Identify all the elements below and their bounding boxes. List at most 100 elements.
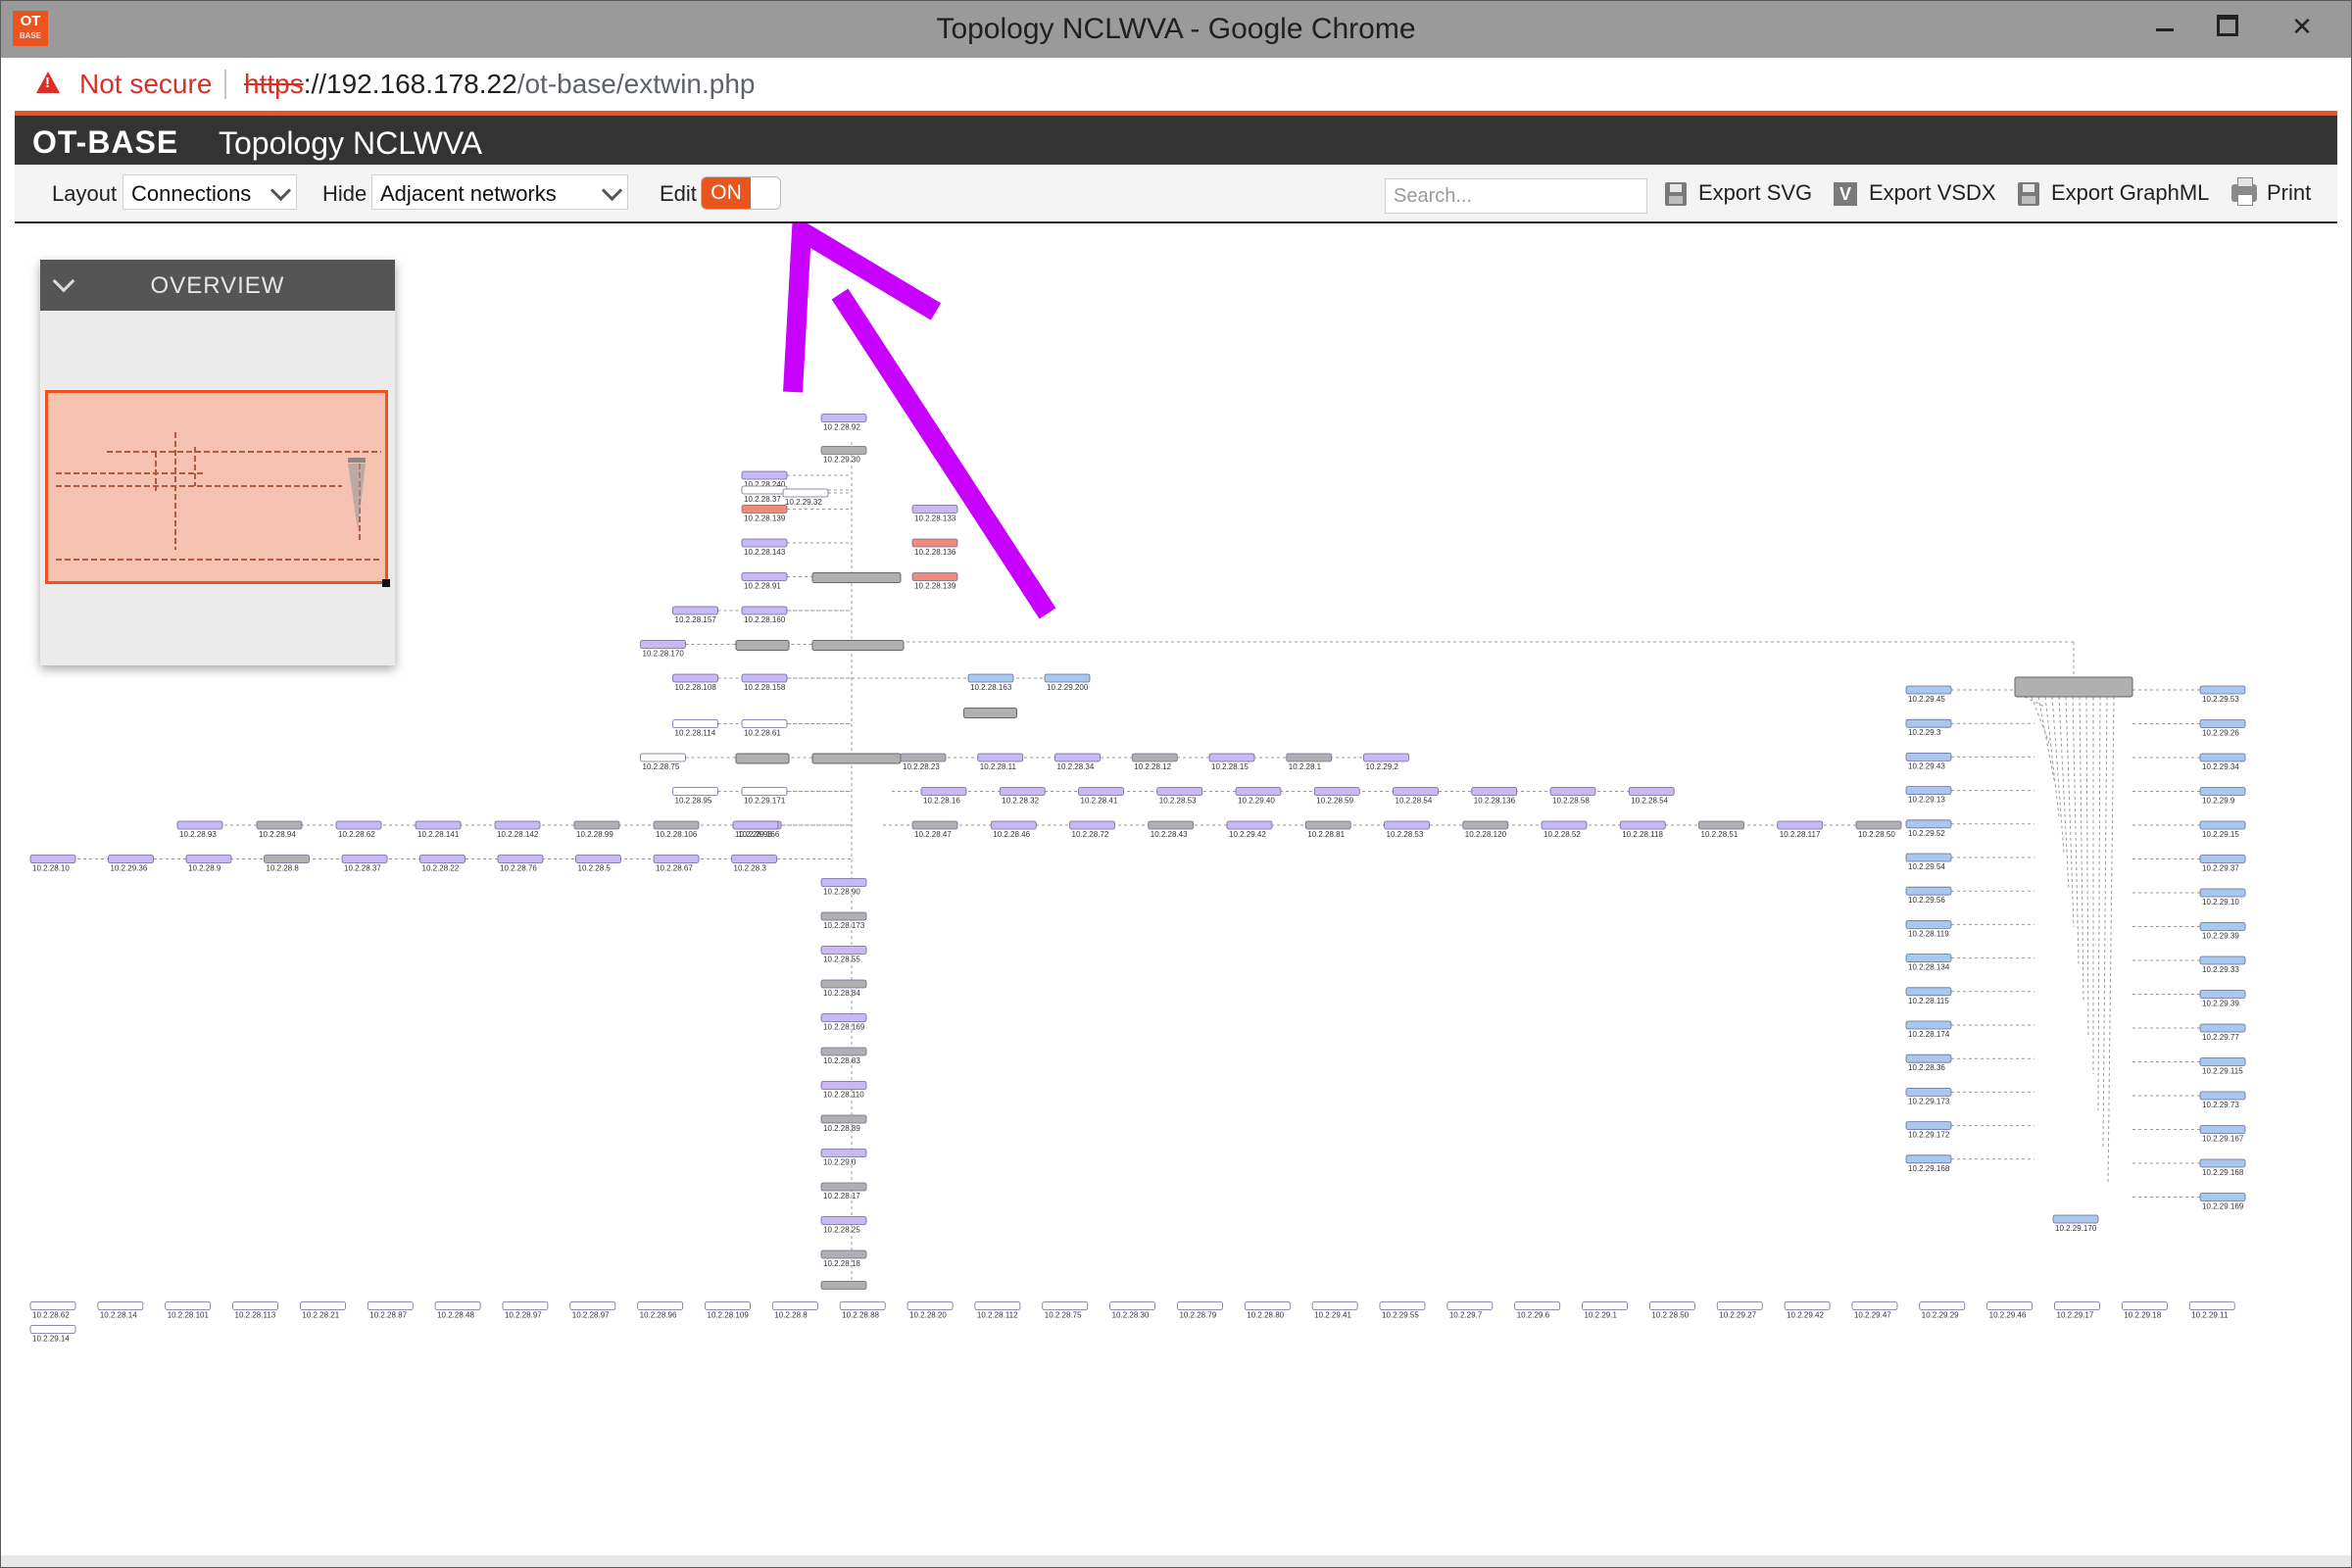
device-node[interactable] [1619,820,1666,830]
hide-select[interactable]: Adjacent networks [371,174,628,210]
device-node[interactable] [731,855,777,863]
device-node[interactable] [1462,820,1509,830]
device-node[interactable] [2121,1301,2168,1310]
device-node[interactable] [705,1301,751,1310]
device-node[interactable] [911,820,958,830]
device-node[interactable] [900,753,947,762]
device-node[interactable] [1148,820,1195,830]
device-node[interactable] [977,753,1024,762]
device-node[interactable] [1698,820,1744,830]
layout-select[interactable]: Connections [122,174,297,210]
device-node[interactable] [341,855,388,863]
switch-node[interactable] [811,572,902,583]
device-node[interactable] [2199,719,2246,728]
device-node[interactable] [974,1301,1021,1310]
switch-node[interactable] [811,640,905,651]
device-node[interactable] [185,855,232,863]
device-node[interactable] [820,878,867,887]
device-node[interactable] [415,820,462,830]
save-icon[interactable] [2018,182,2039,206]
device-node[interactable] [820,1149,867,1157]
device-node[interactable] [1905,753,1952,761]
device-node[interactable] [820,1047,867,1056]
device-node[interactable] [920,787,967,796]
device-node[interactable] [741,538,788,548]
device-node[interactable] [1649,1301,1695,1310]
topology-canvas[interactable]: 10.2.28.92 10.2.29.30 10.2.28.240 10.2.28.3… [15,223,2337,1554]
device-node[interactable] [1716,1301,1763,1310]
device-node[interactable] [2199,685,2246,695]
device-node[interactable] [771,1301,818,1310]
device-node[interactable] [911,505,958,514]
device-node[interactable] [911,538,958,548]
device-node[interactable] [502,1301,549,1310]
device-node[interactable] [820,911,867,921]
device-node[interactable] [2199,1057,2246,1066]
export-graphml-button[interactable]: Export GraphML [2051,180,2209,206]
device-node[interactable] [1226,820,1273,830]
device-node[interactable] [1379,1301,1426,1310]
save-icon[interactable] [1665,182,1687,206]
search-input[interactable] [1385,178,1647,214]
device-node[interactable] [820,1281,867,1290]
switch-node[interactable] [735,640,790,651]
device-node[interactable] [1582,1301,1628,1310]
device-node[interactable] [2199,753,2246,762]
device-node[interactable] [1905,987,1952,997]
device-node[interactable] [820,1216,867,1225]
device-node[interactable] [2199,956,2246,965]
export-svg-button[interactable]: Export SVG [1698,180,1812,206]
device-node[interactable] [820,1182,867,1192]
overview-viewport[interactable] [45,390,388,584]
device-node[interactable] [1905,954,1952,962]
device-node[interactable] [573,820,620,830]
device-node[interactable] [1905,1121,1952,1130]
device-node[interactable] [434,1301,481,1310]
device-node[interactable] [653,855,700,863]
switch-node[interactable] [811,753,902,764]
device-node[interactable] [637,1301,684,1310]
maximize-icon[interactable] [2206,7,2245,46]
device-node[interactable] [1549,787,1596,796]
device-node[interactable] [1044,673,1091,683]
switch-node[interactable] [735,753,790,764]
device-node[interactable] [820,1013,867,1022]
device-node[interactable] [2199,820,2246,830]
device-node[interactable] [232,1301,278,1310]
device-node[interactable] [575,855,621,863]
device-node[interactable] [1919,1301,1966,1310]
device-node[interactable] [906,1301,954,1310]
device-node[interactable] [911,572,958,581]
device-node[interactable] [1855,820,1902,830]
device-node[interactable] [1313,787,1360,796]
device-node[interactable] [264,855,310,863]
device-node[interactable] [967,673,1014,683]
device-node[interactable] [1905,685,1952,695]
device-node[interactable] [2188,1301,2235,1310]
device-node[interactable] [1628,787,1675,796]
device-node[interactable] [2199,1091,2246,1101]
device-node[interactable] [335,820,382,830]
device-node[interactable] [1905,853,1952,862]
device-node[interactable] [1905,1154,1952,1164]
overview-panel[interactable]: OVERVIEW [40,260,395,665]
device-node[interactable] [1208,753,1255,762]
device-node[interactable] [1109,1301,1155,1310]
device-node[interactable] [419,855,466,863]
device-node[interactable] [1393,787,1439,796]
device-node[interactable] [1244,1301,1291,1310]
device-node[interactable] [494,820,541,830]
device-node[interactable] [2199,855,2246,863]
close-icon[interactable]: ✕ [2267,7,2337,46]
device-node[interactable] [1363,753,1409,762]
device-node[interactable] [2199,1125,2246,1134]
device-node[interactable] [999,787,1046,796]
device-node[interactable] [29,1325,76,1334]
device-node[interactable] [1541,820,1588,830]
switch-node[interactable] [963,708,1017,718]
device-node[interactable] [1905,1020,1952,1030]
device-node[interactable] [741,485,788,495]
device-node[interactable] [741,673,788,683]
device-node[interactable] [176,820,223,830]
device-node[interactable] [1446,1301,1494,1310]
